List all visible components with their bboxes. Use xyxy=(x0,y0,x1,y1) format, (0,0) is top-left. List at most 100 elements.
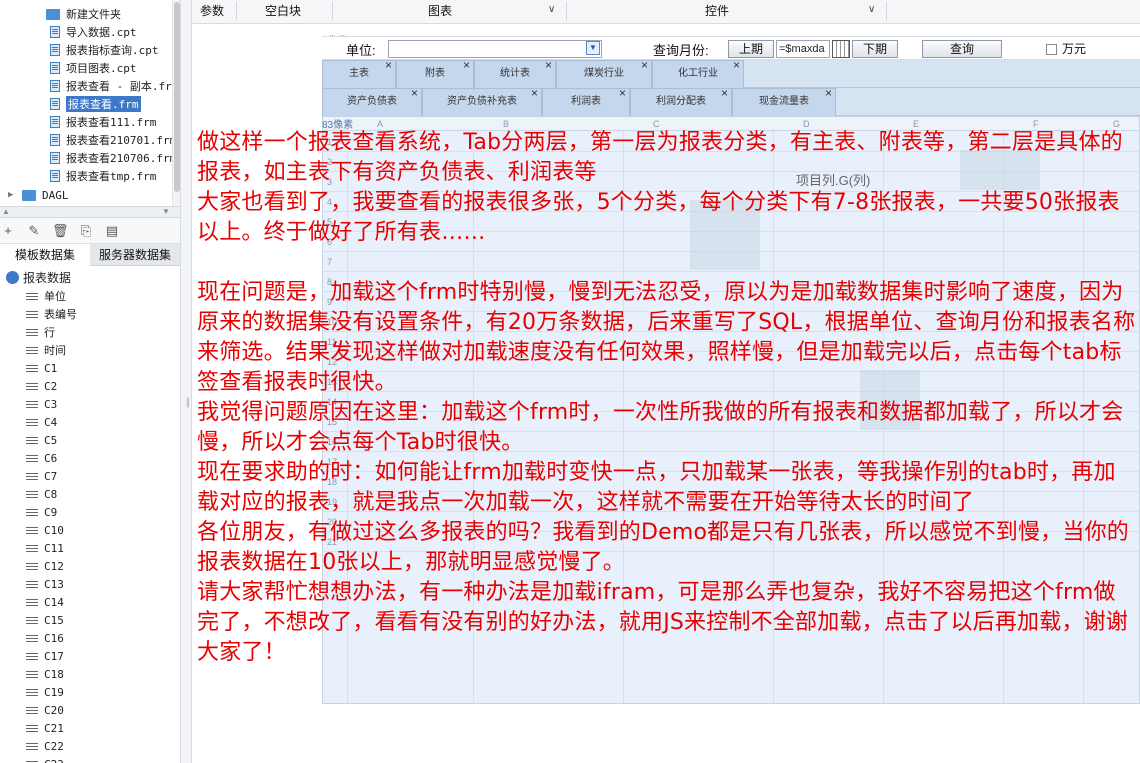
dataset-field[interactable]: C7 xyxy=(26,467,57,485)
tree-item-root-folder[interactable]: ▶ DAGL xyxy=(8,186,69,204)
tree-item-file-selected[interactable]: 报表查看.frm xyxy=(50,95,141,113)
dataset-field[interactable]: C9 xyxy=(26,503,57,521)
tree-item-folder[interactable]: 新建文件夹 xyxy=(46,5,121,23)
tree-item-file[interactable]: 报表查看111.frm xyxy=(50,113,156,131)
tree-item-label: 报表查看111.frm xyxy=(66,116,157,129)
dataset-field[interactable]: C10 xyxy=(26,521,64,539)
dataset-field-label: C20 xyxy=(44,703,64,717)
dataset-field[interactable]: C20 xyxy=(26,701,64,719)
dataset-field[interactable]: C22 xyxy=(26,737,64,755)
delete-trash-icon[interactable]: 🗑 xyxy=(52,223,69,239)
tab-balance-sheet[interactable]: 资产负债表 × xyxy=(322,86,422,116)
dataset-field[interactable]: C1 xyxy=(26,359,57,377)
tree-item-file[interactable]: 报表查看tmp.frm xyxy=(50,167,156,185)
wan-yuan-checkbox[interactable] xyxy=(1046,44,1057,55)
tree-item-file[interactable]: 报表查看210706.frm xyxy=(50,149,176,167)
dataset-field-label: C10 xyxy=(44,523,64,537)
widget-dropdown[interactable]: 控件 xyxy=(705,0,729,24)
add-dataset-icon[interactable]: + xyxy=(0,223,16,239)
folder-icon xyxy=(46,8,60,20)
dataset-field[interactable]: 时间 xyxy=(26,341,66,359)
tree-scrollbar[interactable] xyxy=(172,0,180,206)
chevron-down-icon[interactable]: ∨ xyxy=(548,4,555,15)
report-file-icon xyxy=(50,26,60,38)
dataset-field[interactable]: C11 xyxy=(26,539,64,557)
chart-dropdown[interactable]: 图表 xyxy=(428,0,452,24)
collapse-up-icon[interactable]: ▲ xyxy=(2,207,10,217)
close-icon[interactable]: × xyxy=(721,80,728,106)
close-icon[interactable]: × xyxy=(385,52,392,78)
edit-pencil-icon[interactable]: ✎ xyxy=(26,223,42,239)
dataset-field[interactable]: C2 xyxy=(26,377,57,395)
tab-statistics[interactable]: 统计表 × xyxy=(474,58,556,88)
tree-item-file[interactable]: 报表查看210701.frm xyxy=(50,131,176,149)
tab-coal-industry[interactable]: 煤炭行业 × xyxy=(556,58,652,88)
dataset-field[interactable]: C14 xyxy=(26,593,64,611)
next-period-button[interactable]: 下期 xyxy=(852,40,898,58)
tab-main-sheet[interactable]: 主表 × xyxy=(322,58,396,88)
dataset-field[interactable]: 单位 xyxy=(26,287,66,305)
tab-income-statement[interactable]: 利润表 × xyxy=(542,86,630,116)
tab-template-dataset[interactable]: 模板数据集 xyxy=(0,244,90,266)
tree-item-label: 新建文件夹 xyxy=(66,8,121,21)
drag-grip-icon[interactable]: ║ xyxy=(185,398,191,407)
close-icon[interactable]: × xyxy=(641,52,648,78)
chevron-down-icon[interactable]: ∨ xyxy=(868,4,875,15)
dataset-field[interactable]: C15 xyxy=(26,611,64,629)
dataset-field[interactable]: C12 xyxy=(26,557,64,575)
preview-icon[interactable]: ⎘ xyxy=(78,223,94,239)
dataset-field[interactable]: C3 xyxy=(26,395,57,413)
field-icon xyxy=(26,580,38,588)
unit-label: 单位: xyxy=(346,43,376,58)
blank-block-tab[interactable]: 空白块 xyxy=(265,0,301,24)
close-icon[interactable]: × xyxy=(545,52,552,78)
query-button[interactable]: 查询 xyxy=(922,40,1002,58)
close-icon[interactable]: × xyxy=(411,80,418,106)
calendar-icon[interactable] xyxy=(832,40,850,58)
dataset-root[interactable]: 报表数据 xyxy=(6,269,71,286)
dataset-field[interactable]: C13 xyxy=(26,575,64,593)
panel-splitter[interactable]: ▲ ▼ xyxy=(0,206,180,218)
dataset-field[interactable]: C23 xyxy=(26,755,64,763)
close-icon[interactable]: × xyxy=(825,80,832,106)
unit-combobox[interactable] xyxy=(388,40,602,58)
tab-cash-flow[interactable]: 现金流量表 × xyxy=(732,86,836,116)
tab-server-dataset[interactable]: 服务器数据集 xyxy=(90,244,180,266)
dataset-field[interactable]: C18 xyxy=(26,665,64,683)
dataset-field[interactable]: C21 xyxy=(26,719,64,737)
close-icon[interactable]: × xyxy=(733,52,740,78)
dataset-field[interactable]: C8 xyxy=(26,485,57,503)
dataset-tree: 报表数据 单位 表编号行时间 C1 C2 C3 C4 C5 C6 C7 C8 C9 C10 C11 C12… xyxy=(0,266,180,763)
tab-balance-supplement[interactable]: 资产负债补充表 × xyxy=(422,86,542,116)
dropdown-arrow-icon[interactable]: ▼ xyxy=(586,41,600,55)
tree-item-file[interactable]: 报表查看 - 副本.fr xyxy=(50,77,172,95)
dataset-field[interactable]: C17 xyxy=(26,647,64,665)
dataset-field[interactable]: C6 xyxy=(26,449,57,467)
tab-chemical-industry[interactable]: 化工行业 × xyxy=(652,58,744,88)
tab-profit-distribution[interactable]: 利润分配表 × xyxy=(630,86,732,116)
left-panel-divider[interactable]: ║ xyxy=(180,0,192,763)
field-icon xyxy=(26,652,38,660)
param-tab[interactable]: 参数 xyxy=(200,0,224,24)
tree-item-file[interactable]: 报表指标查询.cpt xyxy=(50,41,159,59)
dataset-field[interactable]: C19 xyxy=(26,683,64,701)
server-dataset-icon[interactable]: ▤ xyxy=(104,223,120,239)
tab-label: 利润分配表 xyxy=(656,96,706,107)
tree-item-file[interactable]: 项目图表.cpt xyxy=(50,59,137,77)
close-icon[interactable]: × xyxy=(619,80,626,106)
database-icon xyxy=(6,271,19,284)
dataset-field[interactable]: C5 xyxy=(26,431,57,449)
tab-appendix[interactable]: 附表 × xyxy=(396,58,474,88)
dataset-field[interactable]: C4 xyxy=(26,413,57,431)
month-input[interactable]: =$maxda xyxy=(776,40,830,58)
annotation-paragraph: 做这样一个报表查看系统，Tab分两层，第一层为报表分类，有主表、附表等，第二层是… xyxy=(197,130,1123,185)
dataset-field[interactable]: C16 xyxy=(26,629,64,647)
close-icon[interactable]: × xyxy=(463,52,470,78)
expand-arrow-icon[interactable]: ▶ xyxy=(8,190,18,200)
form-file-icon xyxy=(50,98,60,110)
tree-item-file[interactable]: 导入数据.cpt xyxy=(50,23,137,41)
close-icon[interactable]: × xyxy=(531,80,538,106)
dataset-field[interactable]: 表编号 xyxy=(26,305,77,323)
dataset-field[interactable]: 行 xyxy=(26,323,55,341)
collapse-down-icon[interactable]: ▼ xyxy=(162,207,170,217)
